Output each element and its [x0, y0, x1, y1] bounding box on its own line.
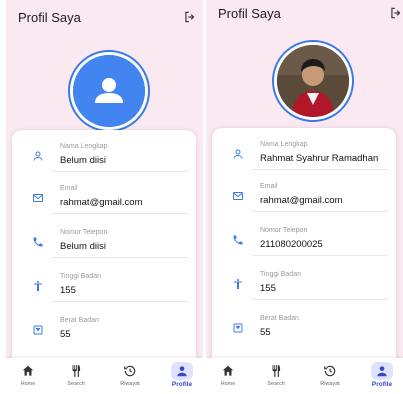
divider	[52, 171, 188, 172]
avatar-placeholder	[73, 55, 145, 127]
person-icon	[73, 55, 145, 127]
field-height: Tinggi Badan 155	[212, 260, 396, 300]
nav-label: Search	[67, 381, 85, 387]
nav-home[interactable]: Home	[210, 362, 246, 392]
field-value: Belum diisi	[60, 241, 106, 252]
page-title: Profil Saya	[18, 10, 81, 25]
field-label: Berat Badan	[60, 317, 99, 324]
avatar[interactable]	[272, 40, 354, 122]
field-weight: Berat Badan 55	[212, 304, 396, 344]
fork-knife-icon	[272, 365, 281, 377]
nav-search[interactable]: Search	[58, 362, 94, 392]
profile-info-card: Nama Lengkap Belum diisi Email rahmat@gm…	[12, 130, 196, 370]
field-label: Tinggi Badan	[260, 271, 301, 278]
page-title: Profil Saya	[218, 6, 281, 21]
nav-profile[interactable]: Profile	[364, 362, 400, 392]
accessibility-icon	[234, 279, 242, 289]
profile-screen-filled: Profil Saya Nama Lengkap Rahmat Syahrur …	[206, 0, 403, 394]
avatar[interactable]	[68, 50, 150, 132]
field-phone: Nomor Telepon Belum diisi	[12, 218, 196, 258]
mail-icon	[33, 194, 43, 202]
profile-info-card: Nama Lengkap Rahmat Syahrur Ramadhan Ema…	[212, 128, 396, 368]
nav-history[interactable]: Riwayat	[312, 362, 348, 392]
field-value: 155	[60, 285, 76, 296]
field-value: 155	[260, 283, 276, 294]
divider	[252, 299, 388, 300]
history-icon	[324, 365, 336, 377]
field-label: Nomor Telepon	[260, 227, 308, 234]
field-value: 55	[60, 329, 71, 340]
nav-label: Home	[20, 381, 36, 387]
nav-search[interactable]: Search	[258, 362, 294, 392]
field-value: 211080200025	[260, 239, 323, 250]
nav-label: Search	[267, 381, 285, 387]
divider	[52, 301, 188, 302]
scale-icon	[233, 323, 243, 333]
avatar-photo	[277, 45, 349, 117]
field-value: rahmat@gmail.com	[260, 195, 343, 206]
nav-label: Profile	[371, 381, 393, 388]
field-email: Email rahmat@gmail.com	[212, 172, 396, 212]
field-label: Tinggi Badan	[60, 273, 101, 280]
top-app-bar: Profil Saya	[206, 0, 403, 36]
field-full-name: Nama Lengkap Belum diisi	[12, 132, 196, 172]
person-icon	[233, 149, 243, 159]
field-value: Belum diisi	[60, 155, 106, 166]
profile-photo-icon	[277, 45, 349, 117]
divider	[252, 169, 388, 170]
divider	[52, 257, 188, 258]
nav-label: Riwayat	[320, 381, 340, 387]
scale-icon	[33, 325, 43, 335]
field-full-name: Nama Lengkap Rahmat Syahrur Ramadhan	[212, 130, 396, 170]
history-icon	[124, 365, 136, 377]
field-label: Email	[60, 185, 78, 192]
field-label: Nama Lengkap	[60, 143, 108, 150]
logout-icon[interactable]	[389, 6, 403, 20]
home-icon	[22, 365, 34, 376]
nav-label: Riwayat	[120, 381, 140, 387]
field-label: Email	[260, 183, 278, 190]
phone-icon	[33, 237, 43, 247]
nav-home[interactable]: Home	[10, 362, 46, 392]
top-app-bar: Profil Saya	[6, 0, 203, 36]
nav-label: Profile	[171, 381, 193, 388]
bottom-navigation: Home Search Riwayat Profile	[206, 358, 403, 394]
field-height: Tinggi Badan 155	[12, 262, 196, 302]
field-email: Email rahmat@gmail.com	[12, 174, 196, 214]
field-label: Berat Badan	[260, 315, 299, 322]
profile-screen-empty: Profil Saya Nama Lengkap Belum diisi Ema…	[6, 0, 203, 394]
phone-icon	[233, 235, 243, 245]
person-icon	[33, 151, 43, 161]
field-weight: Berat Badan 55	[12, 306, 196, 346]
mail-icon	[233, 192, 243, 200]
divider	[52, 213, 188, 214]
fork-knife-icon	[72, 365, 81, 377]
bottom-navigation: Home Search Riwayat Profile	[6, 358, 203, 394]
nav-profile[interactable]: Profile	[164, 362, 200, 392]
field-value: 55	[260, 327, 271, 338]
divider	[252, 211, 388, 212]
field-label: Nama Lengkap	[260, 141, 308, 148]
field-label: Nomor Telepon	[60, 229, 108, 236]
person-icon	[377, 366, 387, 377]
person-icon	[177, 366, 187, 377]
accessibility-icon	[34, 281, 42, 291]
logout-icon[interactable]	[183, 10, 197, 24]
divider	[252, 255, 388, 256]
home-icon	[222, 365, 234, 376]
field-phone: Nomor Telepon 211080200025	[212, 216, 396, 256]
nav-history[interactable]: Riwayat	[112, 362, 148, 392]
nav-label: Home	[220, 381, 236, 387]
field-value: rahmat@gmail.com	[60, 197, 143, 208]
field-value: Rahmat Syahrur Ramadhan	[260, 153, 379, 164]
